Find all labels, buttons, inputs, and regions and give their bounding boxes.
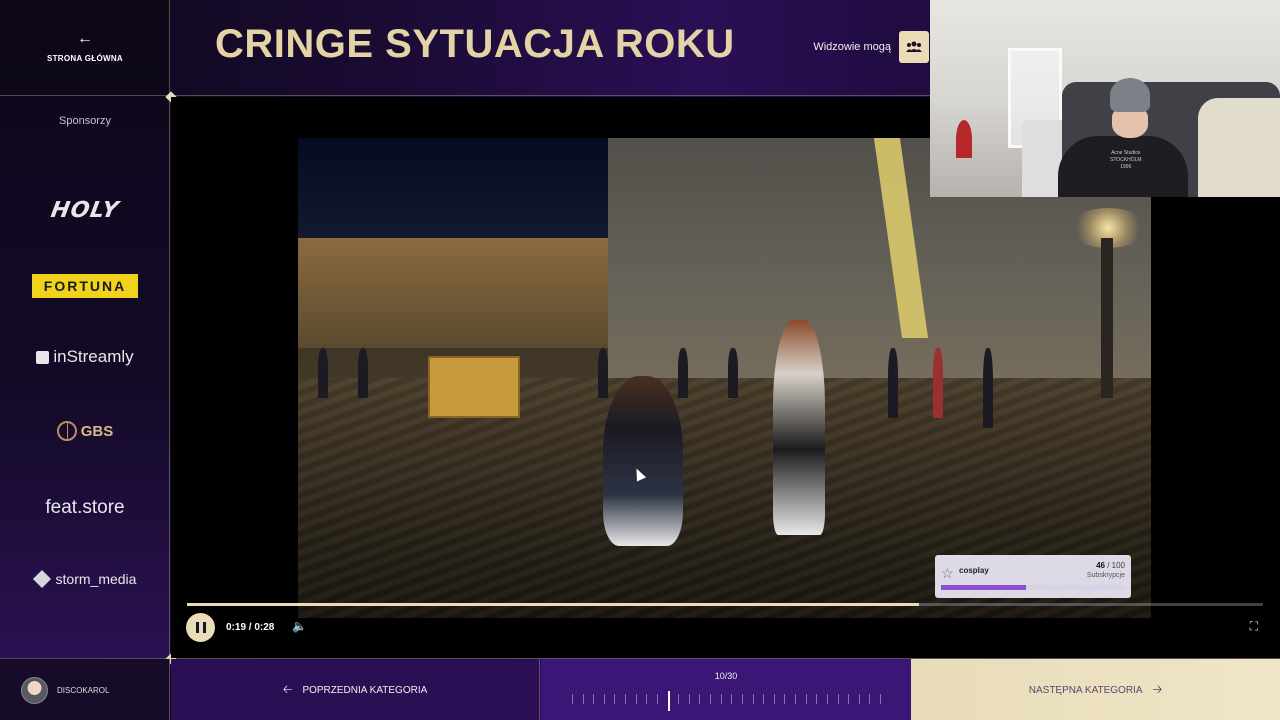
user-profile[interactable]: DISCOKAROL (0, 659, 170, 720)
category-tick (795, 694, 797, 704)
category-progress: 10/30 (541, 659, 911, 720)
category-tick (731, 694, 733, 704)
category-tick (805, 694, 807, 704)
goal-name: cosplay (959, 566, 989, 575)
category-tick (858, 694, 860, 704)
goal-progress-fill (941, 585, 1026, 590)
category-tick (837, 694, 839, 704)
category-tick (635, 694, 637, 704)
header: CRINGE SYTUACJA ROKU Widzowie mogą (171, 0, 931, 96)
subscription-goal-widget: ☆ cosplay 46 / 100 Subskrypcje (935, 555, 1131, 598)
video-progress-bar[interactable] (187, 603, 1263, 606)
next-category-label: NASTĘPNA KATEGORIA (1028, 684, 1143, 696)
fullscreen-icon[interactable]: ⛶ (1250, 619, 1258, 634)
shirt-print: Acne Studios STOCKHOLM 1996 (1110, 150, 1142, 170)
category-tick (656, 694, 658, 704)
pause-button[interactable] (186, 613, 215, 642)
bottom-bar: DISCOKAROL 🡠 POPRZEDNIA KATEGORIA 10/30 … (0, 658, 1280, 720)
goal-progress-bar (941, 585, 1125, 590)
instreamly-icon (36, 350, 50, 364)
sponsor-logo-gbs[interactable]: GBS (0, 421, 170, 441)
sponsor-logo-holy[interactable]: HOLY (0, 198, 172, 223)
webcam-overlay: Acne Studios STOCKHOLM 1996 (930, 0, 1280, 197)
home-label: STRONA GŁÓWNA (46, 54, 124, 63)
category-tick (880, 694, 881, 704)
volume-icon[interactable]: 🔈 (292, 619, 307, 633)
sponsor-logo-instreamly[interactable]: inStreamly (0, 347, 170, 367)
page-title: CRINGE SYTUACJA ROKU (215, 22, 735, 66)
sponsor-logo-fortuna[interactable]: FORTUNA (0, 274, 170, 298)
category-tick (678, 694, 680, 704)
viewers-control: Widzowie mogą (813, 31, 929, 63)
users-icon (906, 41, 922, 52)
category-tick (688, 694, 690, 704)
category-tick (816, 694, 818, 704)
next-category-button[interactable]: NASTĘPNA KATEGORIA 🡢 (911, 659, 1280, 720)
category-tick (752, 694, 754, 704)
viewers-label: Widzowie mogą (813, 41, 891, 53)
storm-media-icon (32, 569, 51, 589)
previous-category-button[interactable]: 🡠 POPRZEDNIA KATEGORIA (171, 659, 540, 720)
sidebar: ← STRONA GŁÓWNA Sponsorzy HOLY FORTUNA i… (0, 0, 170, 658)
goal-label: Subskrypcje (1086, 572, 1125, 579)
goal-count: 46 / 100 (1096, 561, 1125, 570)
category-tick (603, 694, 605, 704)
category-tick (773, 694, 775, 704)
category-tick (720, 694, 722, 704)
category-tick (741, 694, 743, 704)
piano (428, 356, 520, 418)
category-tick (614, 694, 616, 704)
arrow-left-icon: ← (77, 30, 93, 47)
category-tick (869, 694, 871, 704)
category-tick (699, 694, 701, 704)
video-frame[interactable]: ☆ cosplay 46 / 100 Subskrypcje (298, 138, 1151, 618)
previous-category-label: POPRZEDNIA KATEGORIA (302, 684, 428, 696)
gbs-icon (56, 421, 77, 441)
app-root: ← STRONA GŁÓWNA Sponsorzy HOLY FORTUNA i… (0, 0, 1280, 720)
category-tick (784, 694, 786, 704)
category-tick (848, 694, 850, 704)
avatar (21, 676, 48, 704)
category-tick (572, 694, 573, 704)
sponsor-logo-stormmedia[interactable]: storm_media (0, 569, 170, 589)
standing-person (773, 320, 825, 535)
category-tick (826, 694, 828, 704)
video-progress-fill (187, 603, 919, 606)
sponsor-logo-featstore[interactable]: feat.store (0, 497, 170, 519)
category-counter: 10/30 (714, 671, 738, 681)
pause-icon (195, 622, 206, 633)
category-tick (593, 694, 595, 704)
category-tick (646, 694, 648, 704)
category-tick (710, 694, 712, 704)
category-tick (582, 694, 584, 704)
arrow-right-icon: 🡢 (1152, 681, 1163, 696)
star-icon: ☆ (941, 565, 954, 581)
category-tick (667, 691, 670, 711)
home-button[interactable]: ← STRONA GŁÓWNA (0, 0, 170, 96)
username: DISCOKAROL (57, 685, 110, 695)
category-tick (625, 694, 627, 704)
streamer: Acne Studios STOCKHOLM 1996 (1058, 78, 1188, 197)
sponsors-title: Sponsorzy (59, 115, 111, 127)
category-ticks (572, 691, 881, 711)
kneeling-person (603, 376, 683, 546)
time-display: 0:19 / 0:28 (226, 622, 275, 633)
arrow-left-icon: 🡠 (282, 681, 293, 696)
viewers-button[interactable] (899, 31, 929, 63)
category-tick (763, 694, 765, 704)
